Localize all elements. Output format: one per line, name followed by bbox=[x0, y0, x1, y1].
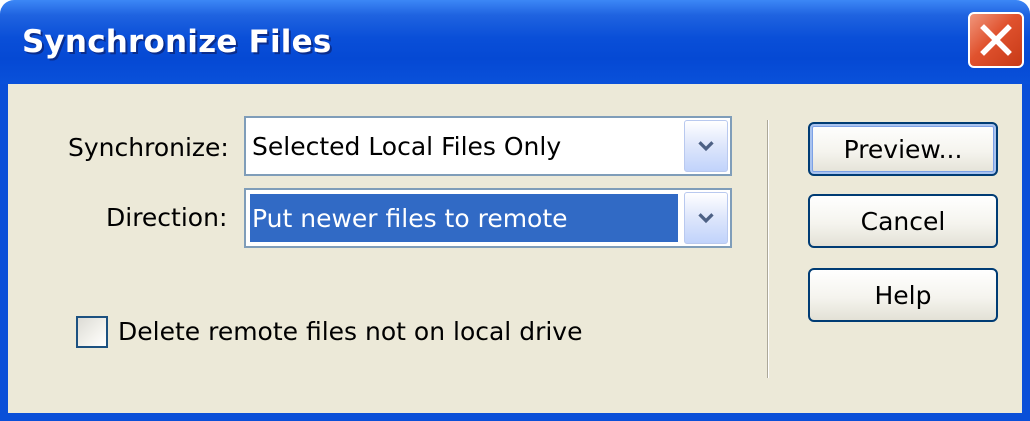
title-bar[interactable]: Synchronize Files bbox=[0, 0, 1030, 84]
synchronize-select[interactable]: Selected Local Files Only bbox=[244, 116, 732, 176]
synchronize-files-dialog: Synchronize Files Synchronize: Selected … bbox=[0, 0, 1030, 421]
synchronize-value: Selected Local Files Only bbox=[252, 131, 562, 161]
vertical-divider bbox=[767, 120, 769, 378]
dialog-title: Synchronize Files bbox=[22, 24, 332, 60]
direction-label: Direction: bbox=[106, 203, 228, 232]
direction-value: Put newer files to remote bbox=[252, 203, 568, 233]
close-icon bbox=[980, 24, 1012, 56]
synchronize-label: Synchronize: bbox=[68, 133, 229, 162]
chevron-down-icon bbox=[698, 213, 714, 224]
cancel-button[interactable]: Cancel bbox=[808, 194, 998, 248]
delete-remote-checkbox[interactable] bbox=[76, 316, 108, 348]
preview-button[interactable]: Preview... bbox=[808, 122, 998, 176]
window-frame: Synchronize: Selected Local Files Only D… bbox=[0, 84, 1030, 421]
direction-select[interactable]: Put newer files to remote bbox=[244, 188, 732, 248]
chevron-down-icon bbox=[698, 141, 714, 152]
close-button[interactable] bbox=[968, 12, 1024, 68]
help-button[interactable]: Help bbox=[808, 268, 998, 322]
synchronize-dropdown-button[interactable] bbox=[684, 120, 728, 172]
dialog-body: Synchronize: Selected Local Files Only D… bbox=[8, 84, 1022, 413]
direction-dropdown-button[interactable] bbox=[684, 192, 728, 244]
delete-remote-label[interactable]: Delete remote files not on local drive bbox=[118, 312, 582, 352]
